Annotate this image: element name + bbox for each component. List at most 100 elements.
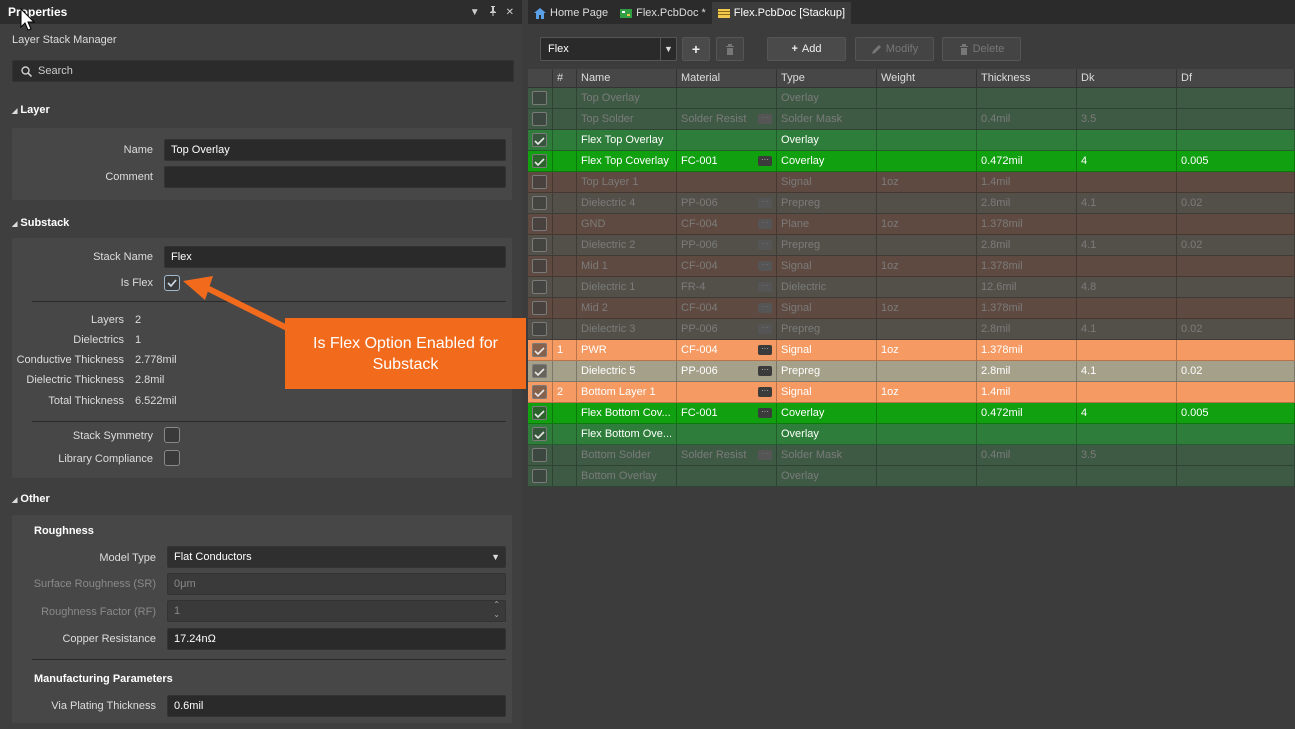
via-plating-field[interactable]: 0.6mil: [167, 695, 506, 717]
col-header-type[interactable]: Type: [777, 69, 877, 87]
add-layer-button[interactable]: + Add: [767, 37, 846, 61]
layer-enable-checkbox[interactable]: [532, 112, 547, 126]
layer-enable-checkbox[interactable]: [532, 259, 547, 273]
material-browse-button[interactable]: ···: [758, 366, 772, 376]
layer-df-cell[interactable]: [1177, 214, 1295, 234]
layer-thickness-cell[interactable]: 0.472mil: [977, 151, 1077, 171]
layer-enable-checkbox[interactable]: [532, 469, 547, 483]
add-substack-button[interactable]: +: [682, 37, 710, 61]
layer-enable-checkbox[interactable]: [532, 280, 547, 294]
layer-df-cell[interactable]: [1177, 466, 1295, 486]
layer-thickness-cell[interactable]: [977, 130, 1077, 150]
pin-icon[interactable]: [489, 5, 497, 19]
layer-type-cell[interactable]: Overlay: [777, 88, 877, 108]
layer-thickness-cell[interactable]: 1.378mil: [977, 214, 1077, 234]
layer-dk-cell[interactable]: 3.5: [1077, 445, 1177, 465]
layer-type-cell[interactable]: Overlay: [777, 424, 877, 444]
layer-df-cell[interactable]: 0.005: [1177, 151, 1295, 171]
layer-name-cell[interactable]: Bottom Layer 1: [577, 382, 677, 402]
material-browse-button[interactable]: ···: [758, 345, 772, 355]
layer-enable-checkbox[interactable]: [532, 364, 547, 378]
layer-enable-checkbox[interactable]: [532, 196, 547, 210]
delete-substack-button[interactable]: [716, 37, 744, 61]
layer-name-cell[interactable]: Flex Top Overlay: [577, 130, 677, 150]
layer-weight-cell[interactable]: 1oz: [877, 340, 977, 360]
layer-enable-checkbox[interactable]: [532, 175, 547, 189]
material-browse-button[interactable]: ···: [758, 114, 772, 124]
layer-dk-cell[interactable]: 4.1: [1077, 193, 1177, 213]
layer-enable-checkbox[interactable]: [532, 406, 547, 420]
layer-thickness-cell[interactable]: 1.4mil: [977, 172, 1077, 192]
layer-dk-cell[interactable]: 3.5: [1077, 109, 1177, 129]
model-type-select[interactable]: Flat Conductors ▼: [167, 546, 506, 568]
layer-type-cell[interactable]: Prepreg: [777, 235, 877, 255]
layer-type-cell[interactable]: Signal: [777, 298, 877, 318]
layer-material-cell[interactable]: [677, 130, 777, 150]
layer-thickness-cell[interactable]: [977, 466, 1077, 486]
layer-dk-cell[interactable]: 4: [1077, 151, 1177, 171]
layer-number-cell[interactable]: [553, 235, 577, 255]
layer-weight-cell[interactable]: 1oz: [877, 256, 977, 276]
layer-type-cell[interactable]: Overlay: [777, 130, 877, 150]
layer-df-cell[interactable]: [1177, 130, 1295, 150]
layer-type-cell[interactable]: Solder Mask: [777, 109, 877, 129]
tab-flex-pcbdoc-stackup[interactable]: Flex.PcbDoc [Stackup]: [711, 2, 852, 24]
comment-field[interactable]: [164, 166, 506, 188]
layer-material-cell[interactable]: Solder Resist ···: [677, 445, 777, 465]
table-row[interactable]: Dielectric 5 PP-006 ··· Prepreg 2.8mil 4.1 0.0…: [528, 361, 1295, 382]
layer-df-cell[interactable]: 0.02: [1177, 235, 1295, 255]
layer-name-cell[interactable]: PWR: [577, 340, 677, 360]
layer-thickness-cell[interactable]: 12.6mil: [977, 277, 1077, 297]
layer-material-cell[interactable]: PP-006 ···: [677, 235, 777, 255]
layer-thickness-cell[interactable]: 0.472mil: [977, 403, 1077, 423]
layer-enable-checkbox[interactable]: [532, 154, 547, 168]
col-header-number[interactable]: #: [553, 69, 577, 87]
stack-symmetry-checkbox[interactable]: [164, 427, 180, 443]
layer-number-cell[interactable]: [553, 151, 577, 171]
layer-thickness-cell[interactable]: 1.4mil: [977, 382, 1077, 402]
layer-material-cell[interactable]: FC-001 ···: [677, 151, 777, 171]
layer-type-cell[interactable]: Coverlay: [777, 403, 877, 423]
layer-name-cell[interactable]: Bottom Solder: [577, 445, 677, 465]
table-row[interactable]: Dielectric 1 FR-4 ··· Dielectric 12.6mil 4.8: [528, 277, 1295, 298]
layer-material-cell[interactable]: CF-004 ···: [677, 340, 777, 360]
col-header-material[interactable]: Material: [677, 69, 777, 87]
layer-thickness-cell[interactable]: 2.8mil: [977, 361, 1077, 381]
table-row[interactable]: 1 PWR CF-004 ··· Signal 1oz 1.378mil: [528, 340, 1295, 361]
layer-df-cell[interactable]: 0.02: [1177, 319, 1295, 339]
layer-enable-checkbox[interactable]: [532, 301, 547, 315]
layer-enable-checkbox[interactable]: [532, 217, 547, 231]
layer-name-cell[interactable]: Dielectric 4: [577, 193, 677, 213]
layer-name-cell[interactable]: Flex Bottom Ove...: [577, 424, 677, 444]
material-browse-button[interactable]: ···: [758, 408, 772, 418]
table-row[interactable]: Mid 1 CF-004 ··· Signal 1oz 1.378mil: [528, 256, 1295, 277]
layer-number-cell[interactable]: [553, 109, 577, 129]
layer-type-cell[interactable]: Plane: [777, 214, 877, 234]
layer-weight-cell[interactable]: 1oz: [877, 172, 977, 192]
layer-thickness-cell[interactable]: 0.4mil: [977, 445, 1077, 465]
layer-weight-cell[interactable]: 1oz: [877, 382, 977, 402]
table-row[interactable]: Top Layer 1 Signal 1oz 1.4mil: [528, 172, 1295, 193]
layer-material-cell[interactable]: PP-006 ···: [677, 193, 777, 213]
layer-number-cell[interactable]: 2: [553, 382, 577, 402]
layer-dk-cell[interactable]: [1077, 466, 1177, 486]
layer-df-cell[interactable]: 0.005: [1177, 403, 1295, 423]
layer-dk-cell[interactable]: [1077, 340, 1177, 360]
layer-enable-checkbox[interactable]: [532, 322, 547, 336]
stack-name-field[interactable]: Flex: [164, 246, 506, 268]
layer-name-cell[interactable]: Flex Top Coverlay: [577, 151, 677, 171]
layer-name-cell[interactable]: Top Solder: [577, 109, 677, 129]
layer-enable-checkbox[interactable]: [532, 385, 547, 399]
layer-dk-cell[interactable]: [1077, 298, 1177, 318]
layer-dk-cell[interactable]: 4.8: [1077, 277, 1177, 297]
layer-material-cell[interactable]: CF-004 ···: [677, 214, 777, 234]
layer-df-cell[interactable]: [1177, 172, 1295, 192]
layer-material-cell[interactable]: [677, 424, 777, 444]
close-icon[interactable]: ✕: [506, 7, 514, 18]
layer-dk-cell[interactable]: [1077, 214, 1177, 234]
layer-number-cell[interactable]: [553, 466, 577, 486]
table-row[interactable]: Flex Bottom Cov... FC-001 ··· Coverlay 0.472…: [528, 403, 1295, 424]
layer-enable-checkbox[interactable]: [532, 91, 547, 105]
layer-enable-checkbox[interactable]: [532, 133, 547, 147]
col-header-dk[interactable]: Dk: [1077, 69, 1177, 87]
